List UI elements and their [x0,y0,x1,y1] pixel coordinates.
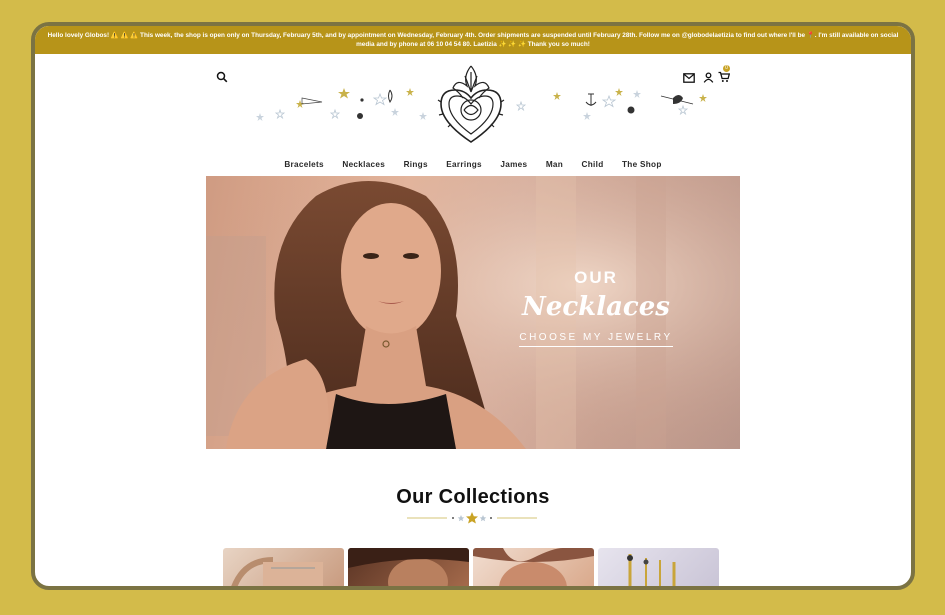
collection-card[interactable] [473,548,594,586]
decorative-charms-left [256,88,427,121]
nav-item-bracelets[interactable]: Bracelets [284,160,324,169]
nav-item-earrings[interactable]: Earrings [446,160,482,169]
nav-item-rings[interactable]: Rings [404,160,428,169]
hero-banner[interactable]: OUR Necklaces CHOOSE MY JEWELRY [206,176,740,449]
nav-item-necklaces[interactable]: Necklaces [342,160,385,169]
cart-count-badge: 0 [723,65,730,72]
collection-image [348,548,469,586]
collection-card[interactable] [598,548,719,586]
nav-item-child[interactable]: Child [582,160,604,169]
nav-item-james[interactable]: James [500,160,527,169]
hero-title: Necklaces [522,292,670,322]
cart-icon[interactable] [718,71,730,83]
mail-icon[interactable] [683,73,695,83]
nav-item-the-shop[interactable]: The Shop [622,160,662,169]
hero-text: OUR Necklaces CHOOSE MY JEWELRY [506,268,686,347]
hero-kicker: OUR [574,268,618,287]
collections-title: Our Collections [396,486,550,508]
collection-image [473,548,594,586]
collection-image [231,557,323,586]
user-icon[interactable] [703,72,714,83]
logo-sacred-heart-icon[interactable] [437,62,505,144]
announcement-text: Hello lovely Globos! ⚠️ ⚠️ ⚠️ This week,… [47,32,899,48]
hero-cta-link[interactable]: CHOOSE MY JEWELRY [519,332,673,347]
decorative-charms-right [515,88,707,120]
main-nav: Bracelets Necklaces Rings Earrings James… [35,154,911,172]
nav-item-man[interactable]: Man [546,160,563,169]
search-icon[interactable] [216,71,228,83]
site-header: 0 Bracelets Necklaces Rings Earrings Jam… [35,54,911,172]
star-divider-icon [407,512,537,524]
browser-frame: Hello lovely Globos! ⚠️ ⚠️ ⚠️ This week,… [31,22,915,590]
announcement-bar: Hello lovely Globos! ⚠️ ⚠️ ⚠️ This week,… [35,26,911,54]
collection-card[interactable] [223,548,344,586]
collection-image [627,554,676,586]
collection-card[interactable] [348,548,469,586]
